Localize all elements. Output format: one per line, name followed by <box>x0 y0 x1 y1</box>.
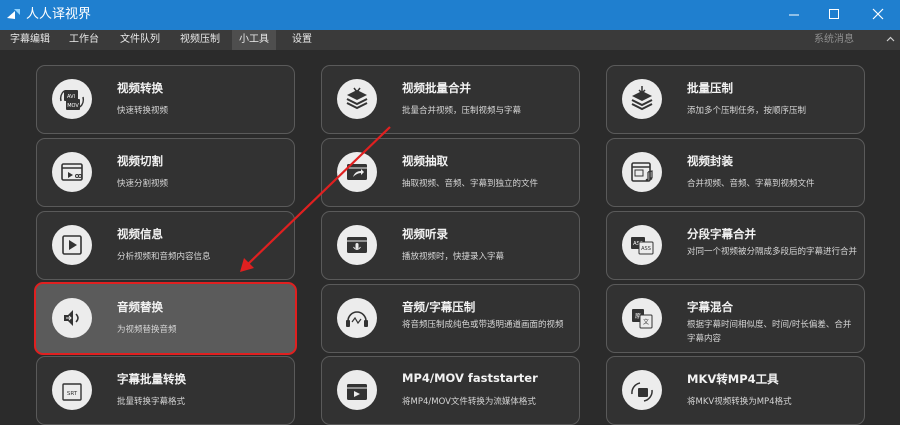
tool-title: MKV转MP4工具 <box>687 372 779 386</box>
tool-description: 将MP4/MOV文件转换为流媒体格式 <box>402 397 536 407</box>
tool-card-subtitle-merge[interactable]: ASS ASS 分段字幕合并 对同一个视频被分隔成多段后的字幕进行合并 <box>606 211 865 280</box>
subtitle-merge-icon: ASS ASS <box>622 225 662 265</box>
tool-title: 视频切割 <box>117 154 163 168</box>
tool-card-subtitle-batch-convert[interactable]: SRT 字幕批量转换 批量转换字幕格式 <box>36 356 295 425</box>
tool-title: 视频信息 <box>117 227 163 241</box>
video-convert-icon: AVI MOV <box>52 79 92 119</box>
tool-title: 视频抽取 <box>402 154 448 168</box>
tab-video-compress[interactable]: 视频压制 <box>174 30 226 50</box>
tool-title: 批量压制 <box>687 81 733 95</box>
tab-file-queue[interactable]: 文件队列 <box>114 30 166 50</box>
tool-card-video-transcribe[interactable]: 视频听录 播放视频时，快捷录入字幕 <box>321 211 580 280</box>
tab-subtitle-edit[interactable]: 字幕编辑 <box>4 30 56 50</box>
tool-description: 对同一个视频被分隔成多段后的字幕进行合并 <box>687 247 858 257</box>
tool-card-video-cut[interactable]: 视频切割 快速分割视频 <box>36 138 295 207</box>
tool-description: 根据字幕时间相似度、时间/时长偏差、合并字幕内容 <box>687 320 852 344</box>
tool-description: 批量合并视频，压制视频与字幕 <box>402 106 522 116</box>
batch-compress-icon <box>622 79 662 119</box>
chevron-up-icon[interactable] <box>886 35 895 44</box>
mkv-to-mp4-icon <box>622 370 662 410</box>
tool-title: 字幕批量转换 <box>117 372 186 386</box>
title-bar: 人人译视界 <box>0 0 900 30</box>
app-logo-icon <box>7 9 20 19</box>
tab-tools[interactable]: 小工具 <box>232 30 276 50</box>
video-info-icon <box>52 225 92 265</box>
audio-subtitle-compress-icon <box>337 298 377 338</box>
tool-card-video-info[interactable]: 视频信息 分析视频和音频内容信息 <box>36 211 295 280</box>
maximize-icon <box>829 9 839 19</box>
tool-title: 视频封装 <box>687 154 733 168</box>
tool-card-mkv-to-mp4[interactable]: MKV转MP4工具 将MKV视频转换为MP4格式 <box>606 356 865 425</box>
tool-description: 抽取视频、音频、字幕到独立的文件 <box>402 179 539 189</box>
tool-title: 音频/字幕压制 <box>402 300 476 314</box>
subtitle-batch-convert-icon: SRT <box>52 370 92 410</box>
tool-description: 为视频替换音频 <box>117 325 177 335</box>
tab-workbench[interactable]: 工作台 <box>62 30 106 50</box>
video-package-icon <box>622 152 662 192</box>
close-icon <box>872 8 884 20</box>
tool-title: 字幕混合 <box>687 300 733 314</box>
app-title: 人人译视界 <box>26 7 92 22</box>
svg-text:文: 文 <box>643 318 649 326</box>
close-button[interactable] <box>856 0 900 30</box>
tool-title: 视频批量合并 <box>402 81 471 95</box>
tool-card-audio-replace[interactable]: 音频替换 为视频替换音频 <box>34 282 297 355</box>
tab-settings[interactable]: 设置 <box>282 30 322 50</box>
svg-text:SRT: SRT <box>67 391 78 397</box>
tool-card-audio-subtitle-compress[interactable]: 音频/字幕压制 将音频压制成纯色或带透明通道画面的视频 <box>321 284 580 353</box>
tool-description: 快速分割视频 <box>117 179 169 189</box>
batch-merge-icon <box>337 79 377 119</box>
maximize-button[interactable] <box>816 0 852 30</box>
tool-title: 音频替换 <box>117 300 163 314</box>
tool-description: 批量转换字幕格式 <box>117 397 186 407</box>
tool-description: 分析视频和音频内容信息 <box>117 252 211 262</box>
minimize-button[interactable] <box>776 0 812 30</box>
tool-description: 将MKV视频转换为MP4格式 <box>687 397 792 407</box>
tool-card-subtitle-mix[interactable]: 原 文 字幕混合 根据字幕时间相似度、时间/时长偏差、合并字幕内容 <box>606 284 865 353</box>
minimize-icon <box>789 14 799 16</box>
faststarter-icon <box>337 370 377 410</box>
tool-card-video-convert[interactable]: AVI MOV 视频转换 快速转换视频 <box>36 65 295 134</box>
video-transcribe-icon <box>337 225 377 265</box>
video-cut-icon <box>52 152 92 192</box>
video-extract-icon <box>337 152 377 192</box>
menu-bar: 字幕编辑 工作台 文件队列 视频压制 小工具 设置 系统消息 <box>0 30 900 50</box>
tool-title: 分段字幕合并 <box>687 227 756 241</box>
tool-card-video-extract[interactable]: 视频抽取 抽取视频、音频、字幕到独立的文件 <box>321 138 580 207</box>
tool-title: 视频听录 <box>402 227 448 241</box>
system-message-link[interactable]: 系统消息 <box>814 30 854 50</box>
tool-description: 添加多个压制任务，按顺序压制 <box>687 106 807 116</box>
tool-title: MP4/MOV faststarter <box>402 371 538 385</box>
tool-card-faststarter[interactable]: MP4/MOV faststarter 将MP4/MOV文件转换为流媒体格式 <box>321 356 580 425</box>
subtitle-mix-icon: 原 文 <box>622 298 662 338</box>
audio-replace-icon <box>52 298 92 338</box>
tool-description: 快速转换视频 <box>117 106 169 116</box>
tool-card-batch-merge[interactable]: 视频批量合并 批量合并视频，压制视频与字幕 <box>321 65 580 134</box>
tool-description: 合并视频、音频、字幕到视频文件 <box>687 179 815 189</box>
tool-card-video-package[interactable]: 视频封装 合并视频、音频、字幕到视频文件 <box>606 138 865 207</box>
tool-card-batch-compress[interactable]: 批量压制 添加多个压制任务，按顺序压制 <box>606 65 865 134</box>
svg-text:ASS: ASS <box>641 246 651 252</box>
tool-title: 视频转换 <box>117 81 163 95</box>
tool-description: 播放视频时，快捷录入字幕 <box>402 252 505 262</box>
svg-text:MOV: MOV <box>67 103 79 109</box>
tool-description: 将音频压制成纯色或带透明通道画面的视频 <box>402 320 564 330</box>
